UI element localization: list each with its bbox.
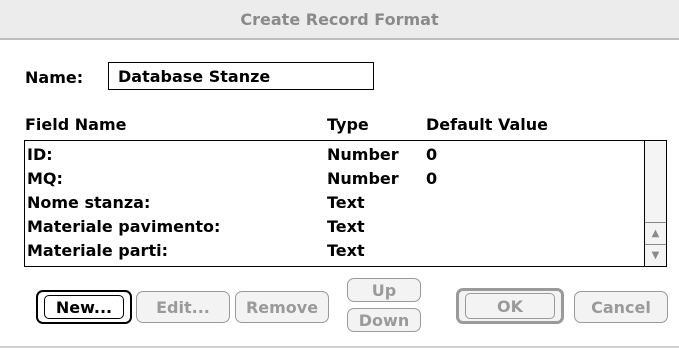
- field-row[interactable]: Nome stanza: Text: [25, 191, 643, 215]
- field-default: 0: [426, 169, 438, 188]
- column-header-default-value: Default Value: [426, 115, 549, 134]
- field-list[interactable]: ID: Number 0 MQ: Number 0 Nome stanza: T…: [24, 140, 667, 267]
- field-type: Number: [327, 145, 399, 164]
- ok-button-label: OK: [465, 293, 555, 319]
- triangle-up-icon[interactable]: ▲: [645, 222, 666, 244]
- field-default: 0: [426, 145, 438, 164]
- field-row[interactable]: ID: Number 0: [25, 143, 643, 167]
- field-name: MQ:: [27, 169, 63, 188]
- field-name: ID:: [27, 145, 53, 164]
- edit-button[interactable]: Edit...: [136, 291, 230, 323]
- field-name: Materiale pavimento:: [27, 217, 221, 236]
- triangle-down-icon[interactable]: ▼: [645, 244, 666, 266]
- remove-button[interactable]: Remove: [235, 291, 329, 323]
- field-type: Text: [327, 217, 365, 236]
- field-row[interactable]: Materiale parti: Text: [25, 239, 643, 263]
- name-label: Name:: [25, 68, 84, 87]
- cancel-button[interactable]: Cancel: [574, 291, 668, 323]
- vertical-scrollbar[interactable]: ▲ ▼: [644, 141, 666, 266]
- divider: [0, 346, 679, 348]
- window-title: Create Record Format: [0, 0, 679, 40]
- move-down-button[interactable]: Down: [347, 308, 421, 332]
- create-record-format-dialog: Create Record Format Name: Field Name Ty…: [0, 0, 679, 354]
- column-header-field-name: Field Name: [25, 115, 127, 134]
- field-row[interactable]: Materiale pavimento: Text: [25, 215, 643, 239]
- field-name: Nome stanza:: [27, 193, 151, 212]
- name-input[interactable]: [108, 62, 374, 90]
- move-up-button[interactable]: Up: [347, 278, 421, 302]
- column-header-type: Type: [327, 115, 369, 134]
- field-type: Text: [327, 193, 365, 212]
- field-name: Materiale parti:: [27, 241, 168, 260]
- new-button[interactable]: New...: [36, 290, 132, 324]
- ok-button[interactable]: OK: [456, 288, 564, 324]
- new-button-label: New...: [44, 295, 124, 319]
- field-type: Text: [327, 241, 365, 260]
- field-row[interactable]: MQ: Number 0: [25, 167, 643, 191]
- field-type: Number: [327, 169, 399, 188]
